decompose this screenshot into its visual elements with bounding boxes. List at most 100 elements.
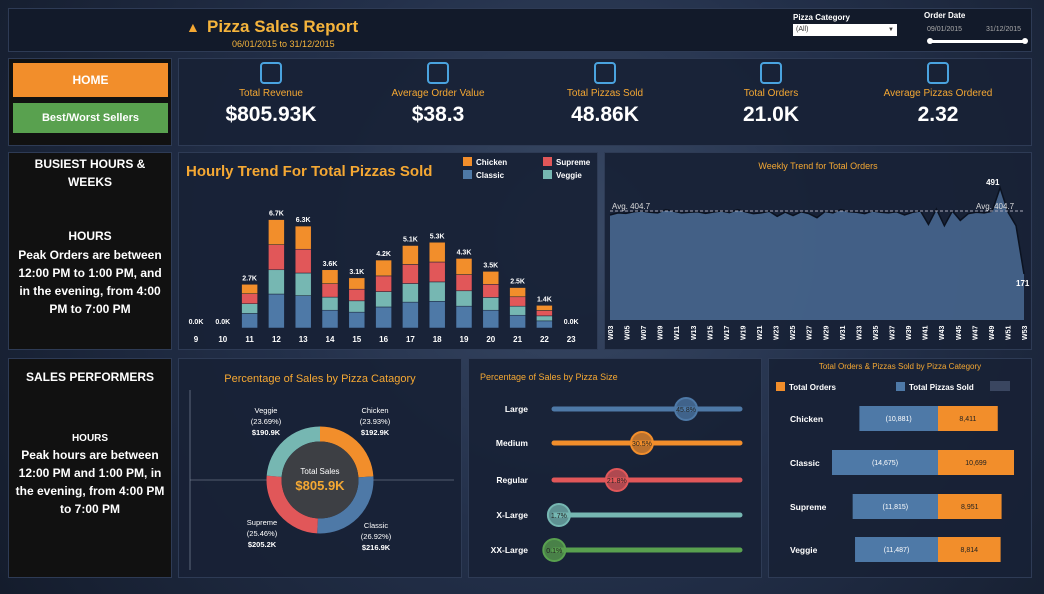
x-tick-label: W47 [972, 326, 979, 341]
x-tick-label: 11 [245, 335, 254, 344]
bar-classic [241, 313, 258, 329]
bar-classic [402, 301, 419, 329]
orders-value-label: (11,815) [883, 504, 909, 511]
pie-label-name: Veggie [255, 406, 278, 415]
bar-chicken [536, 305, 553, 311]
bar-supreme [321, 283, 339, 298]
category-select[interactable]: (All) ▼ [793, 24, 897, 36]
legend-label: Total Orders [789, 383, 837, 392]
x-tick-label: 9 [194, 335, 199, 344]
bar-classic [455, 305, 473, 329]
size-label: X-Large [496, 510, 528, 520]
orders-value-label: (11,487) [884, 547, 910, 554]
date-filter-label: Order Date [924, 11, 966, 20]
size-label: Large [505, 404, 528, 414]
bar-supreme [375, 275, 392, 292]
bar-supreme [509, 296, 526, 307]
bar-veggie [321, 296, 339, 311]
x-tick-label: W37 [890, 326, 897, 341]
category-label: Supreme [790, 502, 827, 512]
legend-scroll [990, 381, 1010, 391]
date-from[interactable]: 09/01/2015 [927, 26, 962, 33]
receipt-icon [594, 62, 616, 84]
pie-label-name: Supreme [247, 518, 277, 527]
x-tick-label: W25 [790, 326, 797, 341]
pie-label-value: $190.9K [252, 428, 281, 437]
bar-supreme [428, 261, 446, 283]
slider-handle-right[interactable] [1022, 38, 1028, 44]
bar-chicken [375, 259, 392, 277]
x-tick-label: 14 [326, 335, 335, 344]
x-tick-label: W07 [641, 326, 648, 341]
bar-classic [348, 311, 366, 329]
home-button[interactable]: HOME [13, 63, 168, 97]
bar-veggie [375, 291, 392, 308]
kpi-3: Total Orders 21.0K [691, 62, 851, 127]
size-label: XX-Large [491, 545, 529, 555]
date-slider[interactable] [930, 40, 1026, 43]
size-value-label: 30.5% [632, 441, 652, 448]
bar-supreme [402, 264, 419, 284]
x-tick-label: W39 [906, 326, 913, 341]
x-tick-label: W17 [724, 326, 731, 341]
best-worst-button[interactable]: Best/Worst Sellers [13, 103, 168, 133]
bar-classic [321, 309, 339, 329]
x-tick-label: 23 [567, 335, 576, 344]
bar-veggie [428, 281, 446, 302]
legend-swatch [543, 170, 552, 179]
legend-label: Total Pizzas Sold [909, 383, 974, 392]
kpi-label: Total Orders [743, 88, 799, 99]
x-tick-label: 13 [299, 335, 308, 344]
pie-label-pct: (23.93%) [360, 417, 391, 426]
max-label: 491 [986, 178, 1000, 187]
orders-value-label: (10,881) [886, 416, 912, 423]
kpi-label: Total Pizzas Sold [566, 88, 644, 99]
legend-label: Classic [476, 171, 505, 180]
bar-supreme [536, 310, 553, 317]
bar-total-label: 3.6K [323, 261, 338, 268]
bar-supreme [241, 293, 258, 304]
kpi-label: Average Order Value [391, 88, 485, 99]
x-tick-label: 22 [540, 335, 549, 344]
category-label: Classic [790, 458, 820, 468]
x-tick-label: 20 [486, 335, 495, 344]
kpi-label: Total Revenue [239, 88, 303, 99]
x-tick-label: W49 [989, 326, 996, 341]
bar-classic [294, 295, 312, 329]
kpi-0: Total Revenue $805.93K [191, 62, 351, 127]
sales-subtitle: HOURS [71, 433, 109, 444]
bar-classic [536, 320, 553, 329]
bar-total-label: 5.1K [403, 237, 418, 244]
bar-veggie [241, 303, 258, 314]
busiest-title: BUSIEST HOURS & WEEKS [34, 157, 146, 189]
bar-veggie [294, 272, 312, 296]
bar-total-label: 5.3K [430, 233, 445, 240]
report-date-range: 06/01/2015 to 31/12/2015 [232, 39, 335, 49]
pizzas-value-label: 10,699 [965, 460, 987, 467]
kpi-value: $38.3 [411, 103, 465, 126]
x-tick-label: W05 [625, 326, 632, 341]
bar-total-label: 2.7K [242, 275, 257, 282]
date-to[interactable]: 31/12/2015 [986, 26, 1021, 33]
x-tick-label: 21 [513, 335, 522, 344]
slider-handle-left[interactable] [927, 38, 933, 44]
bar-classic [268, 293, 285, 329]
bar-total-label: 6.3K [296, 217, 311, 224]
bar-supreme [268, 244, 285, 271]
x-tick-label: 10 [218, 335, 227, 344]
bar-total-label: 4.3K [457, 249, 472, 256]
size-label: Regular [496, 475, 528, 485]
bar-veggie [348, 300, 366, 313]
kpi-1: Average Order Value $38.3 [358, 62, 518, 127]
kpi-value: 21.0K [742, 103, 800, 126]
pizzas-value-label: 8,951 [961, 504, 979, 511]
bar-total-label: 3.5K [483, 262, 498, 269]
category-label: Chicken [790, 414, 823, 424]
legend-swatch [463, 157, 472, 166]
report-title: Pizza Sales Report [207, 17, 359, 36]
legend-swatch [463, 170, 472, 179]
pie-label-value: $192.9K [361, 428, 390, 437]
x-tick-label: W03 [608, 326, 615, 341]
x-tick-label: W41 [923, 326, 930, 341]
size-value-label: 21.8% [607, 478, 627, 485]
